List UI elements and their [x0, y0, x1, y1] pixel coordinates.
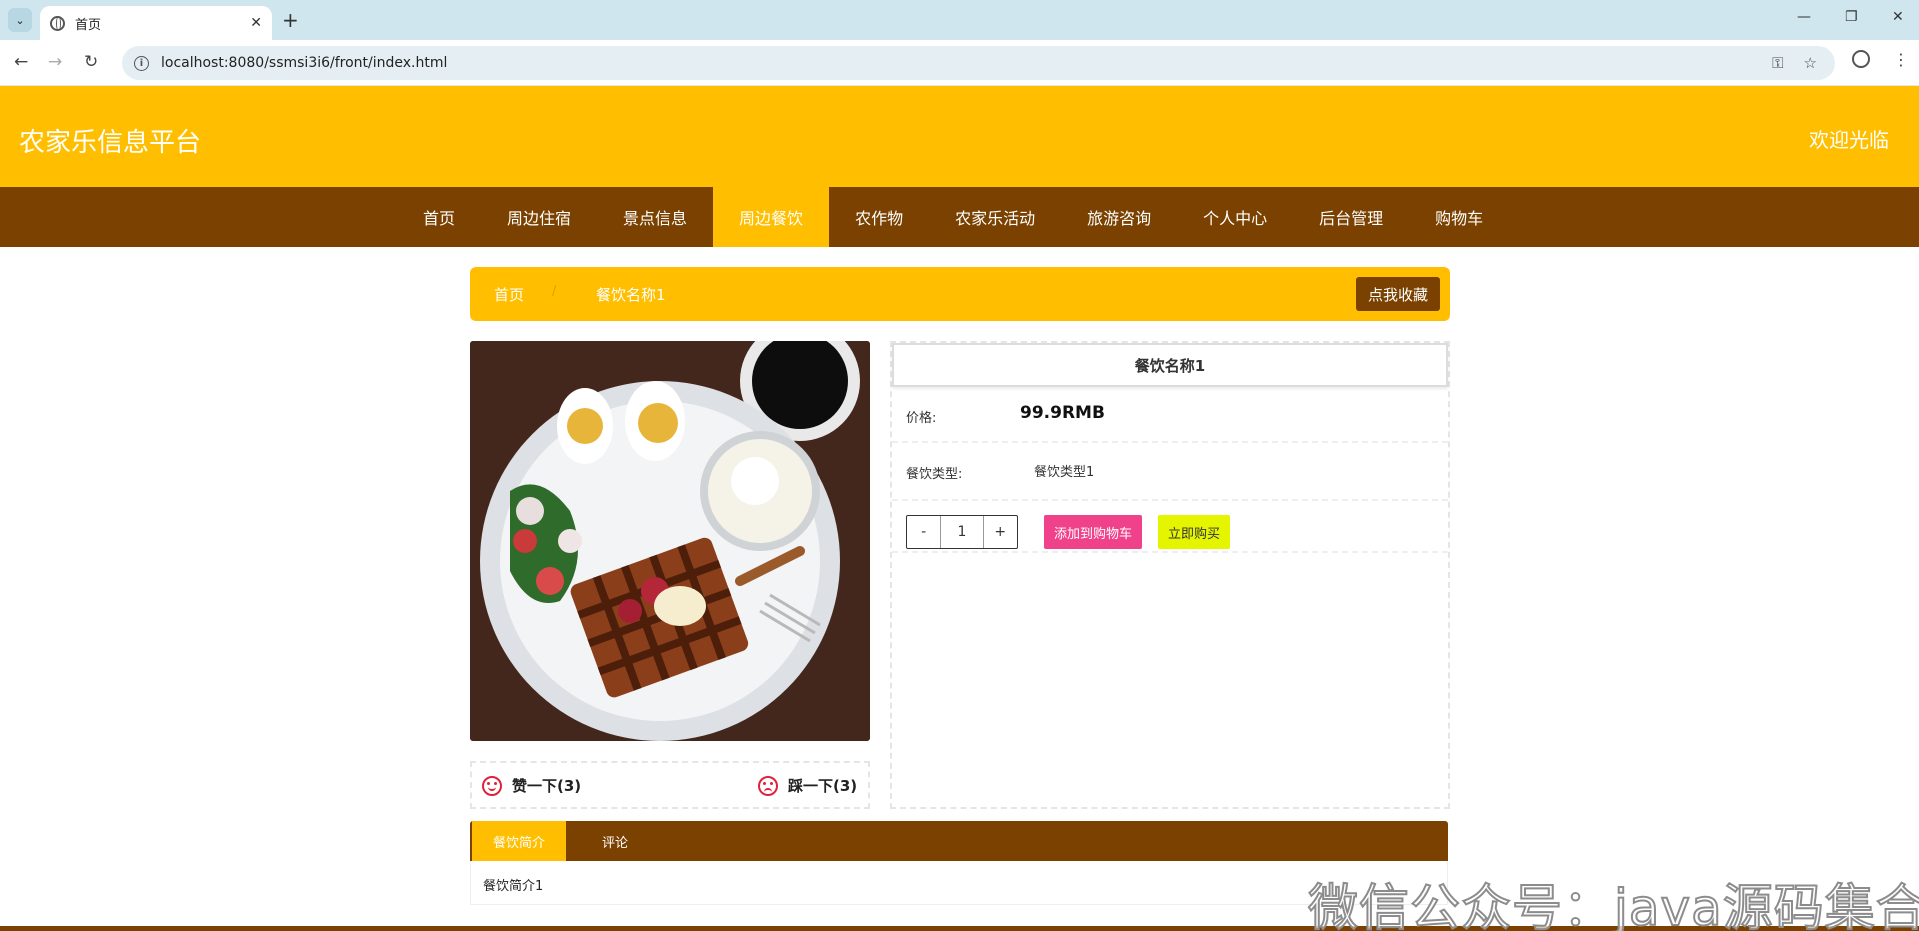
site-header: 农家乐信息平台 欢迎光临	[0, 86, 1919, 187]
browser-tab[interactable]: 首页 ✕	[40, 6, 272, 40]
bookmark-star-icon[interactable]: ☆	[1804, 54, 1817, 72]
breadcrumb-separator: /	[552, 284, 557, 299]
welcome-text: 欢迎光临	[1809, 128, 1889, 152]
url-bar[interactable]: i localhost:8080/ssmsi3i6/front/index.ht…	[122, 46, 1835, 80]
nav-item-home[interactable]: 首页	[397, 187, 481, 247]
breadcrumb-current: 餐饮名称1	[596, 286, 666, 304]
purchase-row: - 1 + 添加到购物车 立即购买	[892, 501, 1448, 553]
nav-item-attractions[interactable]: 景点信息	[597, 187, 713, 247]
smile-icon	[482, 775, 502, 796]
password-key-icon[interactable]: ⚿	[1772, 54, 1783, 72]
dislike-label: 踩一下(3)	[788, 777, 858, 795]
type-value: 餐饮类型1	[1034, 465, 1095, 480]
price-row: 价格: 99.9RMB	[892, 387, 1448, 443]
tab-title: 首页	[75, 17, 102, 33]
qty-plus-button[interactable]: +	[984, 516, 1017, 548]
breadcrumb: 首页 / 餐饮名称1 点我收藏	[470, 267, 1450, 321]
tab-search-dropdown-icon[interactable]: ⌄	[8, 8, 32, 32]
product-detail-panel: 餐饮名称1 价格: 99.9RMB 餐饮类型: 餐饮类型1 - 1 + 添加到购…	[890, 341, 1450, 809]
product-title: 餐饮名称1	[892, 343, 1448, 387]
reload-icon[interactable]: ↻	[84, 52, 98, 72]
site-info-icon[interactable]: i	[134, 55, 149, 71]
nav-item-travel-info[interactable]: 旅游咨询	[1061, 187, 1177, 247]
forward-icon[interactable]: →	[48, 52, 62, 72]
breadcrumb-home-link[interactable]: 首页	[494, 284, 524, 305]
url-text[interactable]: localhost:8080/ssmsi3i6/front/index.html	[161, 55, 447, 71]
window-close-icon[interactable]: ✕	[1892, 9, 1904, 25]
price-value: 99.9RMB	[1020, 403, 1105, 423]
nav-item-dining[interactable]: 周边餐饮	[713, 187, 830, 247]
nav-item-crops[interactable]: 农作物	[829, 187, 929, 247]
dislike-button[interactable]: 踩一下(3)	[758, 775, 857, 796]
browser-tab-bar: ⌄ 首页 ✕ + — ❐ ✕	[0, 0, 1919, 40]
type-row: 餐饮类型: 餐饮类型1	[892, 443, 1448, 501]
like-label: 赞一下(3)	[512, 777, 582, 795]
qty-minus-button[interactable]: -	[907, 516, 940, 548]
intro-text: 餐饮简介1	[483, 879, 544, 894]
new-tab-button[interactable]: +	[282, 9, 299, 31]
vote-box: 赞一下(3) 踩一下(3)	[470, 761, 870, 809]
main-nav: 首页 周边住宿 景点信息 周边餐饮 农作物 农家乐活动 旅游咨询 个人中心 后台…	[0, 187, 1919, 247]
product-image	[470, 341, 870, 741]
add-to-cart-button[interactable]: 添加到购物车	[1044, 515, 1143, 549]
favorite-button[interactable]: 点我收藏	[1355, 277, 1440, 311]
tab-intro[interactable]: 餐饮简介	[472, 821, 566, 861]
browser-menu-icon[interactable]: ⋮	[1893, 50, 1909, 69]
like-button[interactable]: 赞一下(3)	[482, 775, 581, 796]
minimize-icon[interactable]: —	[1797, 9, 1811, 25]
address-bar-row: ← → ↻ i localhost:8080/ssmsi3i6/front/in…	[0, 40, 1919, 86]
buy-now-button[interactable]: 立即购买	[1158, 515, 1231, 549]
profile-icon[interactable]	[1852, 50, 1870, 68]
nav-item-user-center[interactable]: 个人中心	[1177, 187, 1293, 247]
tab-comments[interactable]: 评论	[602, 821, 628, 861]
nav-item-cart[interactable]: 购物车	[1409, 187, 1509, 247]
tab-content: 餐饮简介1	[470, 861, 1448, 905]
type-label: 餐饮类型:	[906, 467, 963, 482]
nav-item-activities[interactable]: 农家乐活动	[929, 187, 1061, 247]
quantity-stepper: - 1 +	[906, 515, 1018, 549]
nav-item-admin[interactable]: 后台管理	[1293, 187, 1409, 247]
tab-close-icon[interactable]: ✕	[250, 15, 262, 31]
frown-icon	[758, 775, 778, 796]
price-label: 价格:	[906, 411, 937, 426]
qty-input[interactable]: 1	[940, 516, 984, 548]
back-icon[interactable]: ←	[14, 52, 28, 72]
nav-item-lodging[interactable]: 周边住宿	[481, 187, 597, 247]
watermark: 微信公众号：java源码集合	[1307, 878, 1919, 931]
restore-icon[interactable]: ❐	[1845, 9, 1858, 25]
globe-icon	[50, 15, 65, 31]
info-tabs: 餐饮简介 评论	[470, 821, 1448, 861]
site-title: 农家乐信息平台	[19, 128, 202, 158]
